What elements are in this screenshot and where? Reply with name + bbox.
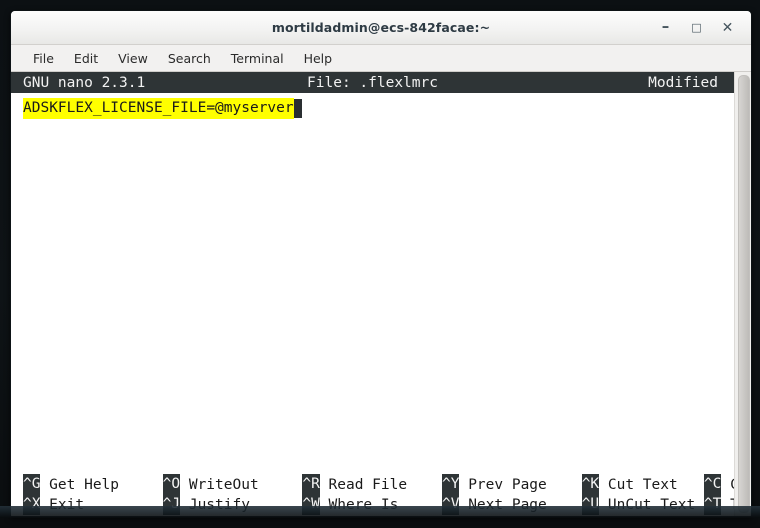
shortcut-label-get-help: Get Help <box>49 476 120 493</box>
shortcut-read-file[interactable]: ^R Read File <box>302 474 407 495</box>
nano-header-bar: GNU nano 2.3.1 File: .flexlmrc Modified <box>11 72 734 93</box>
shortcut-key-ctrl-j: ^J <box>162 494 180 515</box>
menu-bar: File Edit View Search Terminal Help <box>11 45 751 72</box>
shortcut-label-where-is: Where Is <box>328 496 399 513</box>
shortcut-cur-pos[interactable]: ^CCur Pos <box>703 474 734 495</box>
shortcut-label-read-file: Read File <box>328 476 408 493</box>
shortcut-to-spell[interactable]: ^TTo Spell <box>703 494 734 515</box>
shortcut-label-uncut-text: UnCut Text <box>607 496 696 513</box>
shortcut-key-ctrl-r: ^R <box>302 474 320 495</box>
shortcut-justify[interactable]: ^J Justify <box>162 494 250 515</box>
maximize-button[interactable]: □ <box>689 20 704 35</box>
nano-version-label: GNU nano 2.3.1 <box>23 74 146 91</box>
close-button[interactable]: ✕ <box>720 20 735 35</box>
text-cursor <box>293 99 303 118</box>
window-controls: – □ ✕ <box>658 11 745 44</box>
nano-shortcut-bar: ^G Get Help ^O WriteOut ^R Read File ^Y Prev… <box>11 474 734 516</box>
shortcut-label-next-page: Next Page <box>468 496 547 513</box>
shortcut-label-writeout: WriteOut <box>188 476 259 493</box>
window-titlebar[interactable]: mortildadmin@ecs-842facae:~ – □ ✕ <box>11 11 751 45</box>
nano-edit-buffer[interactable]: ADSKFLEX_LICENSE_FILE=@myserver <box>11 93 734 474</box>
shortcut-key-ctrl-w: ^W <box>302 494 320 515</box>
shortcut-label-cut-text: Cut Text <box>607 476 678 493</box>
window-title: mortildadmin@ecs-842facae:~ <box>271 20 491 35</box>
terminal-screen[interactable]: GNU nano 2.3.1 File: .flexlmrc Modified … <box>11 72 734 516</box>
nano-modified-status: Modified <box>648 74 718 91</box>
shortcut-key-ctrl-v: ^V <box>442 494 460 515</box>
license-env-var-text: ADSKFLEX_LICENSE_FILE=@myserver <box>23 97 294 119</box>
shortcut-label-justify: Justify <box>188 496 250 513</box>
shortcut-exit[interactable]: ^X Exit <box>23 494 84 515</box>
menu-item-search[interactable]: Search <box>158 48 221 69</box>
shortcut-row-2: ^X Exit ^J Justify ^W Where Is ^V Next Page … <box>11 494 734 515</box>
shortcut-key-ctrl-g: ^G <box>23 474 40 495</box>
shortcut-uncut-text[interactable]: ^U UnCut Text <box>581 494 696 515</box>
shortcut-cut-text[interactable]: ^K Cut Text <box>581 474 678 495</box>
menu-item-edit[interactable]: Edit <box>64 48 108 69</box>
menu-item-file[interactable]: File <box>23 48 64 69</box>
desktop-background: mortildadmin@ecs-842facae:~ – □ ✕ File E… <box>0 0 760 528</box>
shortcut-key-ctrl-y: ^Y <box>442 474 460 495</box>
terminal-area: GNU nano 2.3.1 File: .flexlmrc Modified … <box>11 72 751 516</box>
vertical-scrollbar[interactable] <box>734 72 751 516</box>
shortcut-key-ctrl-t: ^T <box>703 494 721 515</box>
shortcut-where-is[interactable]: ^W Where Is <box>302 494 398 515</box>
shortcut-key-ctrl-c: ^C <box>703 474 721 495</box>
minimize-button[interactable]: – <box>658 19 673 36</box>
shortcut-key-ctrl-o: ^O <box>162 474 180 495</box>
shortcut-label-to-spell: To Spell <box>721 496 734 514</box>
terminal-window: mortildadmin@ecs-842facae:~ – □ ✕ File E… <box>10 10 752 517</box>
menu-item-view[interactable]: View <box>108 48 158 69</box>
shortcut-get-help[interactable]: ^G Get Help <box>23 474 119 495</box>
shortcut-writeout[interactable]: ^O WriteOut <box>162 474 259 495</box>
shortcut-key-ctrl-x: ^X <box>23 494 40 515</box>
shortcut-label-exit: Exit <box>49 496 85 513</box>
shortcut-row-1: ^G Get Help ^O WriteOut ^R Read File ^Y Prev… <box>11 474 734 495</box>
shortcut-label-cur-pos: Cur Pos <box>721 476 734 494</box>
nano-filename-label: File: .flexlmrc <box>307 74 438 91</box>
menu-item-terminal[interactable]: Terminal <box>221 48 294 69</box>
shortcut-key-ctrl-k: ^K <box>581 474 599 495</box>
menu-item-help[interactable]: Help <box>294 48 343 69</box>
shortcut-label-prev-page: Prev Page <box>468 476 547 493</box>
scrollbar-thumb[interactable] <box>738 75 750 513</box>
shortcut-next-page[interactable]: ^V Next Page <box>442 494 547 515</box>
shortcut-prev-page[interactable]: ^Y Prev Page <box>442 474 547 495</box>
buffer-line[interactable]: ADSKFLEX_LICENSE_FILE=@myserver <box>11 97 734 119</box>
shortcut-key-ctrl-u: ^U <box>581 494 599 515</box>
